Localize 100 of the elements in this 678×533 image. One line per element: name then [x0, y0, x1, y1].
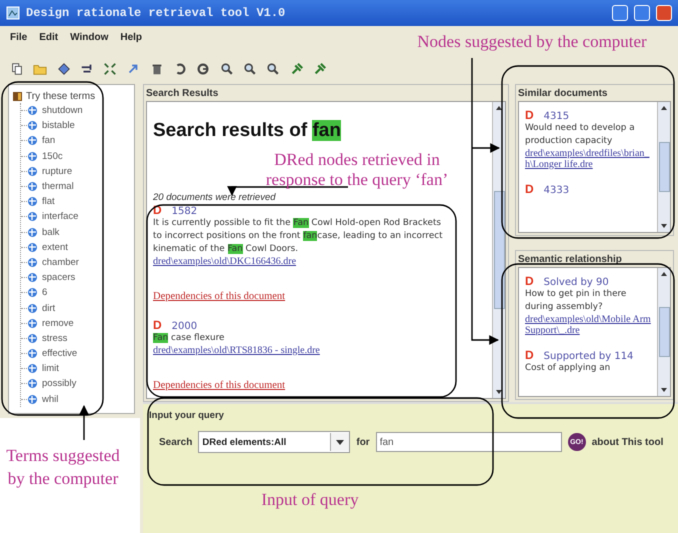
- term-item[interactable]: extent: [42, 242, 68, 253]
- term-item[interactable]: 6: [42, 287, 48, 298]
- term-item[interactable]: balk: [42, 226, 60, 238]
- annotation-label: Nodes suggested by the computer: [416, 32, 648, 52]
- annotation-label: Input of query: [260, 490, 360, 510]
- scrollbar[interactable]: [492, 102, 505, 398]
- term-item[interactable]: flat: [42, 196, 55, 208]
- file-link[interactable]: dred\examples\dredfiles\brian_h\Longer life.dre: [525, 148, 651, 170]
- menu-item[interactable]: File: [10, 32, 28, 42]
- file-link[interactable]: dred\examples\old\DKC166436.dre: [153, 256, 296, 267]
- term-item[interactable]: shutdown: [42, 105, 83, 116]
- panel-title: Semantic relationship: [518, 253, 623, 267]
- node-icon: [27, 150, 38, 162]
- node-icon: [27, 181, 38, 192]
- menu-item[interactable]: Help: [120, 32, 142, 42]
- document-marker: D: [525, 348, 534, 362]
- panel-title: Similar documents: [518, 87, 608, 101]
- annotation-label: Terms suggested by the computer: [5, 445, 121, 490]
- term-item[interactable]: remove: [42, 318, 74, 329]
- window-title: Design rationale retrieval tool V1.0: [26, 6, 286, 20]
- term-item[interactable]: 150c: [42, 150, 63, 162]
- node-id[interactable]: 4315: [544, 111, 570, 122]
- book-icon: [12, 90, 23, 102]
- zoom-in-icon[interactable]: [243, 62, 257, 76]
- term-item[interactable]: chamber: [42, 256, 79, 268]
- node-id[interactable]: Solved by 90: [544, 277, 609, 288]
- panel-title: Input your query: [149, 410, 225, 421]
- term-item[interactable]: effective: [42, 348, 78, 360]
- term-item[interactable]: dirt: [42, 302, 56, 314]
- term-item[interactable]: rupture: [42, 166, 72, 177]
- caret-icon: [336, 440, 344, 444]
- node-id[interactable]: 1582: [172, 206, 198, 217]
- term-item[interactable]: whil: [42, 394, 58, 405]
- term-item[interactable]: fan: [42, 135, 56, 146]
- about-link[interactable]: about This tool: [592, 436, 664, 448]
- term-item[interactable]: spacers: [42, 272, 76, 284]
- node-id[interactable]: 4333: [544, 185, 570, 196]
- node-icon: [27, 166, 38, 177]
- close-button[interactable]: [656, 5, 672, 21]
- annotation-arrow: [79, 405, 89, 440]
- zoom-icon[interactable]: [220, 62, 234, 76]
- tree-root[interactable]: Try these terms: [26, 90, 96, 102]
- node-text: It is currently possible to fit the Fan Cowl Hold-open Rod Brackets to incorrect positions on the front fancase, leading to an incorrect kinematic of the Fan Cowl Doors.: [153, 217, 444, 256]
- node-icon: [27, 302, 38, 314]
- node-id[interactable]: 2000: [172, 321, 198, 332]
- term-item[interactable]: stress: [42, 332, 68, 344]
- scrollbar[interactable]: [657, 102, 670, 232]
- term-item[interactable]: bistable: [42, 120, 75, 132]
- term-item[interactable]: limit: [42, 363, 59, 374]
- scrollbar[interactable]: [657, 268, 670, 396]
- file-link[interactable]: dred\examples\old\Mobile Arm Support\_.dre: [525, 314, 651, 336]
- node-text: Cost of applying an: [525, 362, 612, 375]
- node-icon: [27, 105, 38, 116]
- term-item[interactable]: thermal: [42, 181, 74, 192]
- node-icon: [27, 332, 38, 344]
- node-text: Fan case flexure: [153, 332, 226, 345]
- node-icon: [27, 135, 38, 146]
- shape-icon[interactable]: [57, 62, 71, 76]
- file-link[interactable]: dred\examples\old\RTS81836 - single.dre: [153, 345, 320, 356]
- query-field[interactable]: fan: [376, 432, 562, 452]
- node-icon: [27, 120, 38, 132]
- expand-icon[interactable]: [103, 62, 117, 76]
- node-icon: [27, 287, 38, 298]
- zoom-out-icon[interactable]: [266, 62, 280, 76]
- node-icon: [27, 348, 38, 360]
- annotation-label: DRed nodes retrieved in response to the query ‘fan’: [264, 150, 450, 190]
- node-id[interactable]: Supported by 114: [544, 351, 634, 362]
- node-icon: [27, 363, 38, 374]
- search-label: Search: [159, 436, 192, 448]
- trash-icon[interactable]: [150, 62, 164, 76]
- node-icon: [27, 196, 38, 208]
- document-marker: D: [525, 274, 534, 288]
- dependencies-link[interactable]: Dependencies of this document: [153, 380, 286, 391]
- node-icon: [27, 226, 38, 238]
- node-icon: [27, 378, 38, 390]
- maximize-button[interactable]: [634, 5, 650, 21]
- menu-item[interactable]: Window: [70, 32, 108, 42]
- folder-icon[interactable]: [33, 62, 47, 76]
- document-marker: D: [525, 108, 534, 122]
- menu-item[interactable]: Edit: [39, 32, 58, 42]
- node-icon: [27, 272, 38, 284]
- arrow-icon[interactable]: [126, 62, 140, 76]
- node-icon: [27, 318, 38, 329]
- node-icon: [27, 242, 38, 253]
- document-marker: D: [153, 318, 162, 332]
- term-item[interactable]: interface: [42, 211, 78, 222]
- node-text: Would need to develop a production capacity: [525, 122, 636, 148]
- scope-dropdown[interactable]: DRed elements:All: [198, 431, 350, 453]
- panel-title: Search Results: [146, 87, 220, 101]
- node-text: How to get pin in there during assembly?: [525, 288, 628, 314]
- minimize-button[interactable]: [612, 5, 628, 21]
- term-item[interactable]: possibly: [42, 378, 76, 390]
- for-label: for: [356, 436, 370, 448]
- document-marker: D: [525, 182, 534, 196]
- node-icon: [27, 394, 38, 405]
- result-count: 20 documents were retrieved: [153, 192, 277, 203]
- app-icon: [6, 6, 20, 20]
- dependencies-link[interactable]: Dependencies of this document: [153, 291, 286, 302]
- copy-icon[interactable]: [10, 62, 24, 76]
- results-heading: Search results of fan: [153, 120, 342, 142]
